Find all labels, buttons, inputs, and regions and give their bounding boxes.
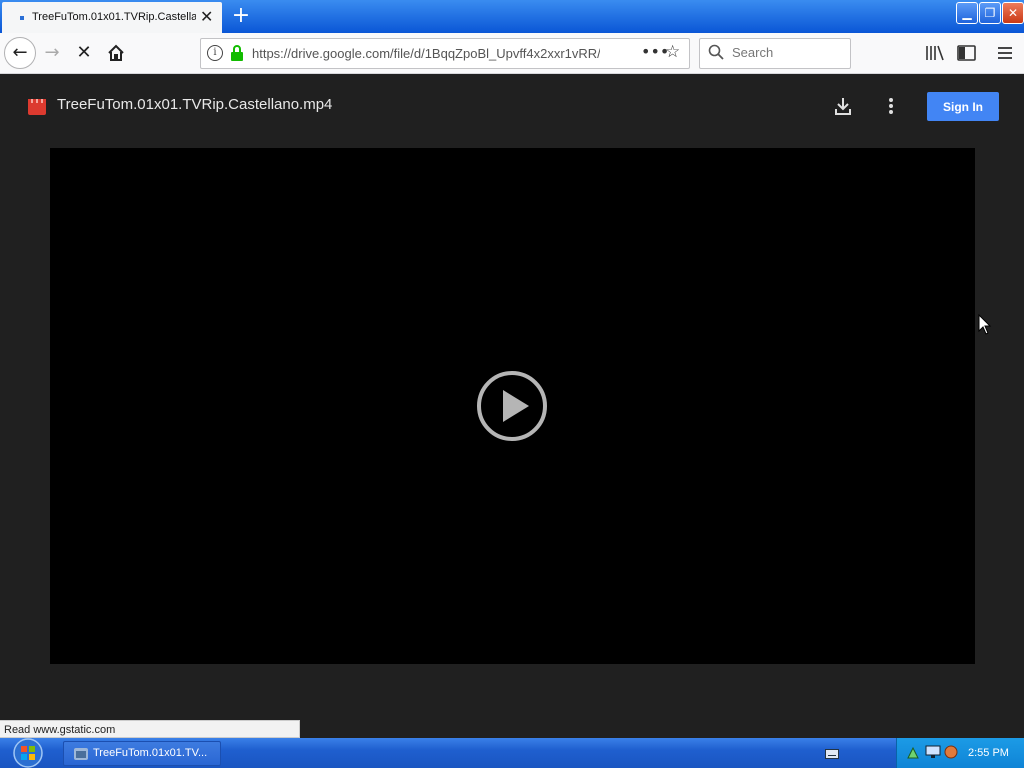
clapper-stripe — [28, 99, 46, 103]
mouse-cursor — [978, 314, 992, 335]
search-box[interactable] — [699, 38, 851, 69]
play-icon[interactable] — [476, 370, 548, 442]
home-button[interactable] — [102, 39, 130, 67]
search-icon — [708, 44, 724, 60]
back-icon: ← — [12, 42, 28, 63]
search-input[interactable] — [730, 44, 844, 61]
url-text[interactable]: https://drive.google.com/file/d/1BqqZpoB… — [252, 46, 600, 61]
system-clock[interactable]: 2:55 PM — [968, 747, 1009, 759]
tab-loading-indicator — [20, 16, 24, 20]
navigation-toolbar: ← → ✕ i https://drive.google.com/file/d/… — [0, 33, 1024, 74]
file-name: TreeFuTom.01x01.TVRip.Castellano.mp4 — [57, 96, 333, 113]
browser-tab[interactable]: TreeFuTom.01x01.TVRip.Castellano.mp4 ✕ — [2, 2, 222, 33]
bookmark-star-icon[interactable]: ☆ — [665, 42, 680, 62]
download-icon[interactable] — [832, 95, 854, 117]
address-bar[interactable]: i https://drive.google.com/file/d/1BqqZp… — [200, 38, 690, 69]
firefox-window-icon — [74, 748, 88, 760]
close-tab-icon[interactable]: ✕ — [200, 7, 213, 26]
sign-in-button[interactable]: Sign In — [927, 92, 999, 121]
taskbar-window-button[interactable]: TreeFuTom.01x01.TV... — [63, 741, 221, 766]
volume-icon[interactable] — [944, 745, 958, 759]
home-icon — [108, 44, 124, 61]
restore-window-button[interactable]: ❐ — [979, 2, 1001, 24]
forward-icon: → — [44, 42, 60, 63]
more-vert-icon[interactable] — [882, 95, 900, 117]
info-icon[interactable]: i — [207, 45, 223, 61]
new-tab-button[interactable]: + — [228, 2, 254, 30]
windows-start-icon[interactable] — [6, 737, 50, 768]
minimize-window-button[interactable]: ▁ — [956, 2, 978, 24]
stop-button[interactable]: ✕ — [70, 39, 98, 67]
video-file-icon — [28, 99, 46, 115]
tab-title: TreeFuTom.01x01.TVRip.Castellano.mp4 — [32, 11, 196, 23]
forward-button[interactable]: → — [38, 39, 66, 67]
sidebar-icon[interactable] — [956, 43, 978, 63]
network-icon[interactable] — [906, 746, 920, 760]
close-window-button[interactable]: ✕ — [1002, 2, 1024, 24]
library-icon[interactable] — [924, 43, 946, 63]
keyboard-icon[interactable] — [825, 749, 839, 759]
back-button[interactable]: ← — [4, 37, 36, 69]
display-icon[interactable] — [925, 745, 941, 759]
lock-icon[interactable] — [230, 45, 244, 61]
stop-icon: ✕ — [76, 42, 92, 63]
hamburger-menu-icon[interactable] — [994, 43, 1016, 63]
status-text: Read www.gstatic.com — [0, 720, 300, 738]
taskbar-window-label: TreeFuTom.01x01.TV... — [93, 747, 208, 759]
